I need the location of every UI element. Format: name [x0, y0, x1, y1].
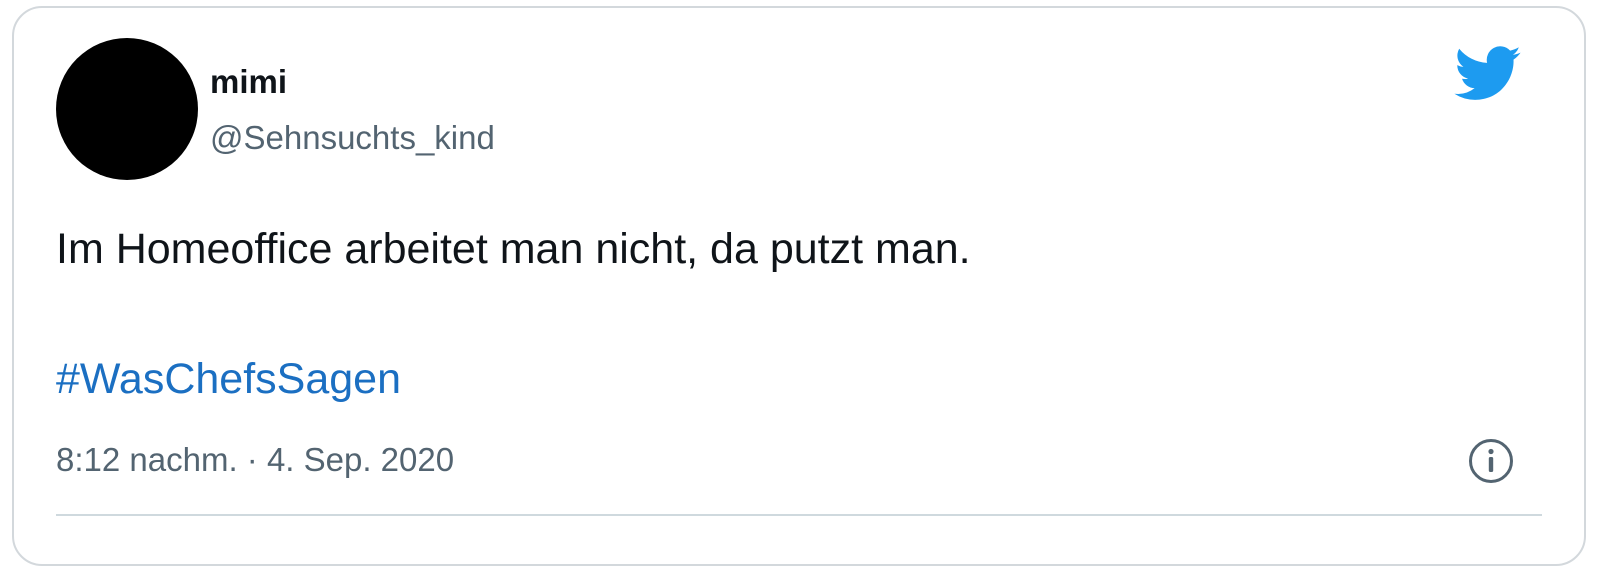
tweet-text: Im Homeoffice arbeitet man nicht, da put…: [56, 225, 971, 273]
hashtag-link[interactable]: #WasChefsSagen: [56, 352, 401, 406]
info-icon[interactable]: [1468, 438, 1514, 484]
divider: [56, 514, 1542, 516]
twitter-bird-icon[interactable]: [1454, 46, 1522, 102]
author-name[interactable]: mimi: [210, 62, 287, 102]
author-handle[interactable]: @Sehnsuchts_kind: [210, 118, 495, 158]
tweet-card[interactable]: mimi @Sehnsuchts_kind Im Homeoffice arbe…: [12, 6, 1586, 566]
tweet-timestamp[interactable]: 8:12 nachm. · 4. Sep. 2020: [56, 438, 454, 482]
avatar[interactable]: [56, 38, 198, 180]
